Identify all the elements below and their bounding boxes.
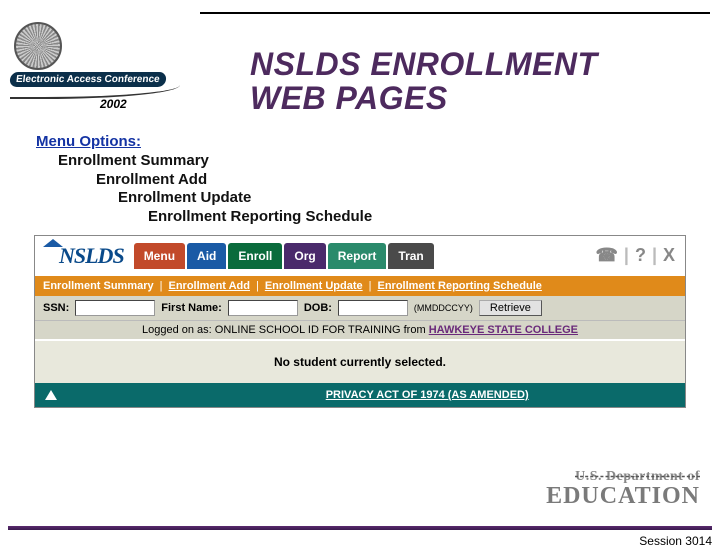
firstname-label: First Name: bbox=[161, 302, 222, 314]
seal-icon bbox=[14, 22, 62, 70]
privacy-bar: PRIVACY ACT OF 1974 (AS AMENDED) bbox=[35, 383, 685, 407]
menu-item: Enrollment Add bbox=[96, 171, 720, 190]
menu-item: Enrollment Reporting Schedule bbox=[148, 208, 720, 227]
search-row: SSN: First Name: DOB: (MMDDCCYY) Retriev… bbox=[35, 296, 685, 320]
help-icon[interactable]: ? bbox=[635, 245, 646, 266]
dob-label: DOB: bbox=[304, 302, 332, 314]
embedded-screenshot: NSLDS Menu Aid Enroll Org Report Tran ☎ … bbox=[34, 235, 686, 408]
title-line-1: NSLDS ENROLLMENT bbox=[250, 46, 598, 82]
dept-line: U.S. Department of bbox=[575, 469, 700, 484]
tab-report[interactable]: Report bbox=[328, 243, 387, 269]
dob-hint: (MMDDCCYY) bbox=[414, 303, 473, 313]
subtab-update[interactable]: Enrollment Update bbox=[265, 280, 363, 292]
bottom-divider bbox=[8, 526, 712, 530]
subnav-bar: Enrollment Summary | Enrollment Add | En… bbox=[35, 276, 685, 296]
title-line-2: WEB PAGES bbox=[250, 80, 448, 116]
menu-item: Enrollment Summary bbox=[58, 152, 720, 171]
logged-on-row: Logged on as: ONLINE SCHOOL ID FOR TRAIN… bbox=[35, 320, 685, 339]
retrieve-button[interactable]: Retrieve bbox=[479, 300, 542, 316]
slide-title: NSLDS ENROLLMENT WEB PAGES bbox=[250, 48, 720, 115]
ssn-input[interactable] bbox=[75, 300, 155, 316]
school-link[interactable]: HAWKEYE STATE COLLEGE bbox=[429, 324, 578, 336]
swoosh-icon bbox=[10, 85, 180, 99]
close-icon[interactable]: X bbox=[663, 245, 675, 266]
subtab-summary[interactable]: Enrollment Summary bbox=[43, 280, 154, 292]
conference-year: 2002 bbox=[100, 97, 127, 111]
ssn-label: SSN: bbox=[43, 302, 69, 314]
menu-options: Menu Options: Enrollment Summary Enrollm… bbox=[36, 133, 720, 227]
conference-logo: Electronic Access Conference 2002 bbox=[10, 22, 200, 142]
top-divider bbox=[200, 12, 710, 14]
nslds-logo: NSLDS bbox=[41, 243, 132, 269]
dob-input[interactable] bbox=[338, 300, 408, 316]
tab-aid[interactable]: Aid bbox=[187, 243, 226, 269]
dept-of-education-logo: U.S. Department of EDUCATION bbox=[546, 469, 700, 510]
subtab-add[interactable]: Enrollment Add bbox=[169, 280, 250, 292]
session-number: Session 3014 bbox=[639, 534, 712, 548]
tab-menu[interactable]: Menu bbox=[134, 243, 185, 269]
nslds-logo-text: NSLDS bbox=[59, 243, 124, 268]
subtab-schedule[interactable]: Enrollment Reporting Schedule bbox=[378, 280, 542, 292]
up-arrow-icon[interactable] bbox=[45, 390, 57, 400]
tab-tran[interactable]: Tran bbox=[388, 243, 433, 269]
tab-org[interactable]: Org bbox=[284, 243, 325, 269]
tab-enroll[interactable]: Enroll bbox=[228, 243, 282, 269]
screenshot-topbar: NSLDS Menu Aid Enroll Org Report Tran ☎ … bbox=[35, 236, 685, 276]
conference-banner: Electronic Access Conference bbox=[9, 72, 166, 87]
menu-item: Enrollment Update bbox=[118, 189, 720, 208]
logged-on-text: Logged on as: ONLINE SCHOOL ID FOR TRAIN… bbox=[142, 324, 429, 336]
education-word: EDUCATION bbox=[546, 483, 700, 510]
privacy-link[interactable]: PRIVACY ACT OF 1974 (AS AMENDED) bbox=[326, 389, 529, 401]
util-icons: ☎ | ? | X bbox=[595, 245, 679, 266]
phone-icon[interactable]: ☎ bbox=[595, 245, 617, 266]
no-student-message: No student currently selected. bbox=[35, 339, 685, 383]
firstname-input[interactable] bbox=[228, 300, 298, 316]
